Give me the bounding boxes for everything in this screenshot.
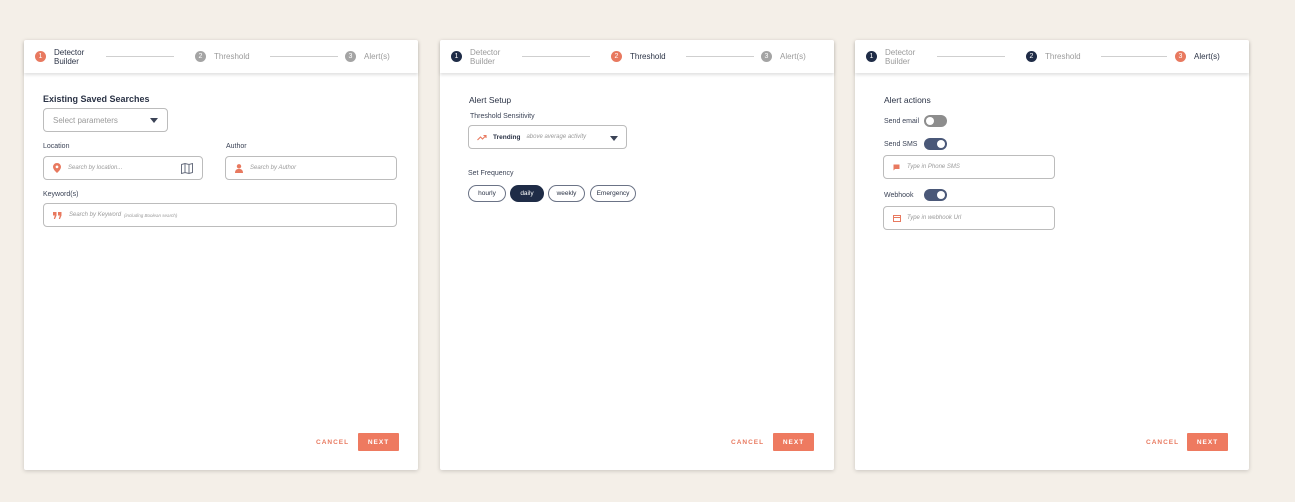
step-label: Threshold <box>1045 52 1081 61</box>
keyword-label: Keyword(s) <box>43 191 79 198</box>
threshold-card: 1 Detector Builder 2 Threshold 3 Alert(s… <box>440 40 834 470</box>
step-threshold[interactable]: 2 Threshold <box>611 40 666 73</box>
step-detector-builder[interactable]: 1 Detector Builder <box>35 40 94 73</box>
keyword-placeholder: Search by Keyword <box>69 212 122 218</box>
trending-up-icon <box>477 134 487 141</box>
step-connector <box>1101 56 1167 57</box>
next-button[interactable]: NEXT <box>358 433 399 451</box>
step-number-badge: 1 <box>35 51 46 62</box>
step-detector-builder[interactable]: 1 Detector Builder <box>451 40 510 73</box>
toggle-knob <box>937 191 945 199</box>
threshold-sensitivity-select[interactable]: Trending above average activity <box>468 125 627 149</box>
step-number-badge: 3 <box>1175 51 1186 62</box>
section-title: Alert Setup <box>469 95 512 105</box>
person-icon <box>235 163 243 173</box>
frequency-option-hourly[interactable]: hourly <box>468 185 506 202</box>
step-connector <box>106 56 174 57</box>
step-threshold[interactable]: 2 Threshold <box>1026 40 1081 73</box>
step-label: Threshold <box>630 52 666 61</box>
calendar-icon <box>893 214 901 222</box>
step-threshold[interactable]: 2 Threshold <box>195 40 250 73</box>
location-label: Location <box>43 143 70 150</box>
frequency-label: Set Frequency <box>468 170 514 177</box>
step-detector-builder[interactable]: 1 Detector Builder <box>866 40 925 73</box>
sensitivity-description: above average activity <box>526 134 587 140</box>
send-email-label: Send email <box>884 118 920 125</box>
step-number-badge: 1 <box>866 51 877 62</box>
stepper: 1 Detector Builder 2 Threshold 3 Alert(s… <box>440 40 834 73</box>
keyword-input[interactable]: Search by Keyword (including Boolean sea… <box>43 203 397 227</box>
webhook-label: Webhook <box>884 192 914 199</box>
author-placeholder: Search by Author <box>250 165 297 171</box>
alerts-card: 1 Detector Builder 2 Threshold 3 Alert(s… <box>855 40 1249 470</box>
step-number-badge: 2 <box>611 51 622 62</box>
step-label: Threshold <box>214 52 250 61</box>
keyword-hint: (including Boolean search) <box>124 212 178 218</box>
cancel-button[interactable]: CANCEL <box>1146 439 1179 446</box>
phone-sms-input[interactable]: Type in Phone SMS <box>883 155 1055 179</box>
chevron-down-icon <box>610 136 618 141</box>
sensitivity-label: Threshold Sensitivity <box>470 113 535 120</box>
message-icon <box>893 164 900 171</box>
step-connector <box>522 56 590 57</box>
toggle-knob <box>937 140 945 148</box>
frequency-option-emergency[interactable]: Emergency <box>590 185 636 202</box>
cancel-button[interactable]: CANCEL <box>731 439 764 446</box>
step-connector <box>937 56 1005 57</box>
stepper: 1 Detector Builder 2 Threshold 3 Alert(s… <box>855 40 1249 73</box>
step-label: Alert(s) <box>1194 52 1220 61</box>
chevron-down-icon <box>150 118 158 123</box>
phone-sms-placeholder: Type in Phone SMS <box>907 164 960 170</box>
step-number-badge: 1 <box>451 51 462 62</box>
webhook-url-placeholder: Type in webhook Url <box>907 215 962 221</box>
toggle-knob <box>926 117 934 125</box>
step-connector <box>686 56 754 57</box>
section-title: Existing Saved Searches <box>43 94 150 104</box>
step-number-badge: 3 <box>761 51 772 62</box>
section-title: Alert actions <box>884 95 931 105</box>
send-sms-label: Send SMS <box>884 141 918 148</box>
step-label: Alert(s) <box>364 52 390 61</box>
frequency-option-weekly[interactable]: weekly <box>548 185 585 202</box>
quote-icon <box>53 211 62 219</box>
webhook-toggle[interactable] <box>924 189 947 201</box>
step-alerts[interactable]: 3 Alert(s) <box>345 40 390 73</box>
author-label: Author <box>226 143 247 150</box>
step-label: Alert(s) <box>780 52 806 61</box>
send-email-toggle[interactable] <box>924 115 947 127</box>
sensitivity-value: Trending <box>493 133 521 141</box>
send-sms-toggle[interactable] <box>924 138 947 150</box>
next-button[interactable]: NEXT <box>773 433 814 451</box>
location-pin-icon <box>53 163 61 173</box>
select-placeholder: Select parameters <box>53 115 118 125</box>
step-alerts[interactable]: 3 Alert(s) <box>1175 40 1220 73</box>
step-number-badge: 2 <box>1026 51 1037 62</box>
step-connector <box>270 56 338 57</box>
cancel-button[interactable]: CANCEL <box>316 439 349 446</box>
location-input[interactable]: Search by location... <box>43 156 203 180</box>
step-label: Detector Builder <box>470 47 501 66</box>
step-label: Detector Builder <box>54 47 85 66</box>
webhook-url-input[interactable]: Type in webhook Url <box>883 206 1055 230</box>
next-button[interactable]: NEXT <box>1187 433 1228 451</box>
frequency-option-daily[interactable]: daily <box>510 185 544 202</box>
detector-builder-card: 1 Detector Builder 2 Threshold 3 Alert(s… <box>24 40 418 470</box>
saved-search-select[interactable]: Select parameters <box>43 108 168 132</box>
map-icon[interactable] <box>181 163 193 174</box>
step-alerts[interactable]: 3 Alert(s) <box>761 40 806 73</box>
author-input[interactable]: Search by Author <box>225 156 397 180</box>
step-number-badge: 3 <box>345 51 356 62</box>
location-placeholder: Search by location... <box>68 165 123 171</box>
step-number-badge: 2 <box>195 51 206 62</box>
stepper: 1 Detector Builder 2 Threshold 3 Alert(s… <box>24 40 418 73</box>
step-label: Detector Builder <box>885 47 916 66</box>
